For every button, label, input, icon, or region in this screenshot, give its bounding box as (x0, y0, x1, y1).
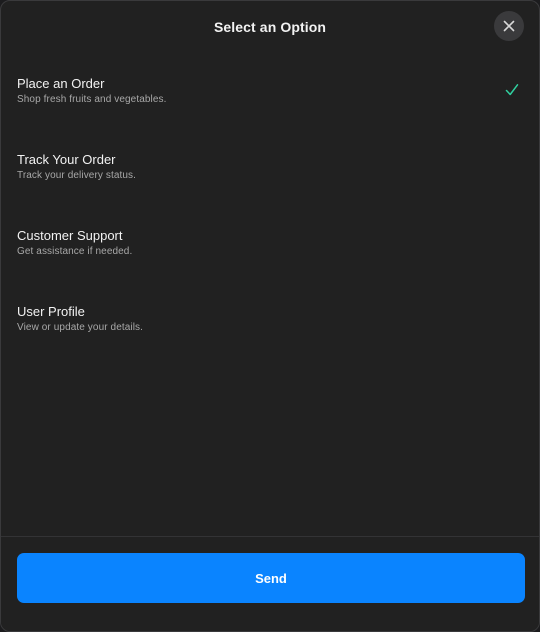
option-label: Customer Support (17, 228, 123, 243)
dialog-footer: Send (1, 536, 539, 631)
option-label: Place an Order (17, 76, 105, 91)
option-description: Get assistance if needed. (17, 246, 133, 257)
option-description: Shop fresh fruits and vegetables. (17, 94, 167, 105)
option-place-order[interactable]: Place an Order Shop fresh fruits and veg… (1, 63, 539, 139)
checkmark-icon (505, 84, 519, 96)
option-track-order[interactable]: Track Your Order Track your delivery sta… (1, 139, 539, 215)
option-description: View or update your details. (17, 322, 144, 333)
send-button[interactable]: Send (17, 553, 525, 603)
close-icon (503, 20, 515, 32)
close-button[interactable] (494, 11, 524, 41)
option-label: Track Your Order (17, 152, 116, 167)
option-list: Place an Order Shop fresh fruits and veg… (1, 63, 539, 367)
option-user-profile[interactable]: User Profile View or update your details… (1, 291, 539, 367)
dialog-title: Select an Option (213, 19, 327, 35)
dialog-header: Select an Option (1, 1, 539, 55)
option-customer-support[interactable]: Customer Support Get assistance if neede… (1, 215, 539, 291)
option-dialog: Select an Option Place an Order Shop fre… (0, 0, 540, 632)
option-description: Track your delivery status. (17, 170, 137, 181)
option-label: User Profile (17, 304, 85, 319)
